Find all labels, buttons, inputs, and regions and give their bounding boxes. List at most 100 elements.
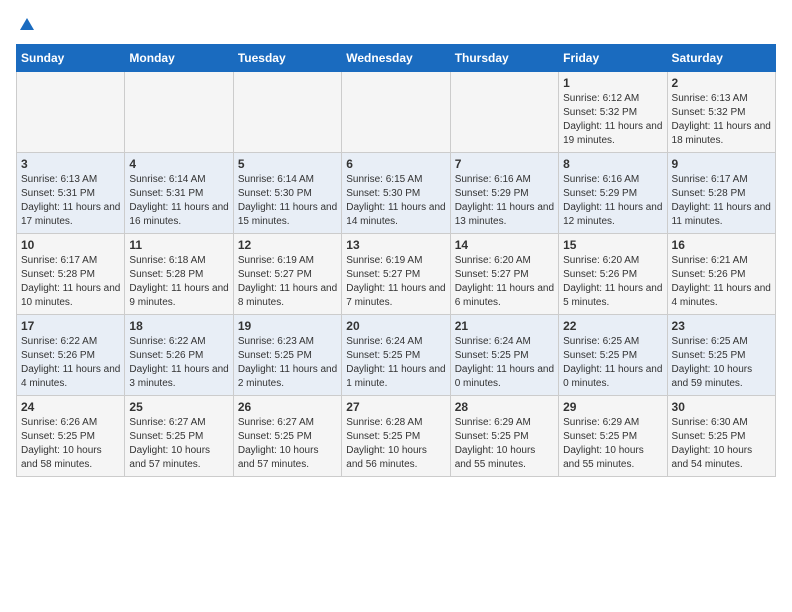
calendar-table: SundayMondayTuesdayWednesdayThursdayFrid… bbox=[16, 44, 776, 477]
calendar-cell: 22Sunrise: 6:25 AM Sunset: 5:25 PM Dayli… bbox=[559, 315, 667, 396]
day-number: 23 bbox=[672, 319, 771, 333]
cell-sun-info: Sunrise: 6:27 AM Sunset: 5:25 PM Dayligh… bbox=[129, 416, 228, 472]
calendar-cell: 7 Sunrise: 6:16 AM Sunset: 5:29 PM Daylig… bbox=[450, 153, 558, 234]
cell-sun-info: Sunrise: 6:27 AM Sunset: 5:25 PM Dayligh… bbox=[238, 416, 337, 472]
calendar-cell: 4 Sunrise: 6:14 AM Sunset: 5:31 PM Daylig… bbox=[125, 153, 233, 234]
day-number: 28 bbox=[455, 400, 554, 414]
calendar-cell: 15 Sunrise: 6:20 AM Sunset: 5:26 PM Dayli… bbox=[559, 234, 667, 315]
cell-sun-info: Sunrise: 6:23 AM Sunset: 5:25 PM Dayligh… bbox=[238, 335, 337, 391]
calendar-cell: 11 Sunrise: 6:18 AM Sunset: 5:28 PM Dayli… bbox=[125, 234, 233, 315]
day-number: 12 bbox=[238, 238, 337, 252]
cell-sun-info: Sunrise: 6:13 AM Sunset: 5:32 PM Dayligh… bbox=[672, 92, 771, 148]
day-number: 9 bbox=[672, 157, 771, 171]
calendar-cell: 6 Sunrise: 6:15 AM Sunset: 5:30 PM Daylig… bbox=[342, 153, 450, 234]
day-number: 10 bbox=[21, 238, 120, 252]
cell-sun-info: Sunrise: 6:24 AM Sunset: 5:25 PM Dayligh… bbox=[346, 335, 445, 391]
day-number: 1 bbox=[563, 76, 662, 90]
calendar-cell: 24 Sunrise: 6:26 AM Sunset: 5:25 PM Dayli… bbox=[17, 396, 125, 477]
logo bbox=[16, 16, 36, 34]
calendar-row-0: 1 Sunrise: 6:12 AM Sunset: 5:32 PM Daylig… bbox=[17, 72, 776, 153]
calendar-cell: 5 Sunrise: 6:14 AM Sunset: 5:30 PM Daylig… bbox=[233, 153, 341, 234]
calendar-cell: 3Sunrise: 6:13 AM Sunset: 5:31 PM Daylig… bbox=[17, 153, 125, 234]
cell-sun-info: Sunrise: 6:18 AM Sunset: 5:28 PM Dayligh… bbox=[129, 254, 228, 310]
calendar-cell: 9 Sunrise: 6:17 AM Sunset: 5:28 PM Daylig… bbox=[667, 153, 775, 234]
calendar-cell bbox=[450, 72, 558, 153]
calendar-cell: 20 Sunrise: 6:24 AM Sunset: 5:25 PM Dayli… bbox=[342, 315, 450, 396]
calendar-header: SundayMondayTuesdayWednesdayThursdayFrid… bbox=[17, 45, 776, 72]
day-number: 24 bbox=[21, 400, 120, 414]
weekday-header-sunday: Sunday bbox=[17, 45, 125, 72]
day-number: 11 bbox=[129, 238, 228, 252]
cell-sun-info: Sunrise: 6:17 AM Sunset: 5:28 PM Dayligh… bbox=[672, 173, 771, 229]
day-number: 7 bbox=[455, 157, 554, 171]
calendar-cell: 13 Sunrise: 6:19 AM Sunset: 5:27 PM Dayli… bbox=[342, 234, 450, 315]
day-number: 18 bbox=[129, 319, 228, 333]
cell-sun-info: Sunrise: 6:22 AM Sunset: 5:26 PM Dayligh… bbox=[21, 335, 120, 391]
header bbox=[16, 16, 776, 34]
weekday-header-monday: Monday bbox=[125, 45, 233, 72]
cell-sun-info: Sunrise: 6:17 AM Sunset: 5:28 PM Dayligh… bbox=[21, 254, 120, 310]
calendar-cell: 19 Sunrise: 6:23 AM Sunset: 5:25 PM Dayli… bbox=[233, 315, 341, 396]
calendar-cell: 10 Sunrise: 6:17 AM Sunset: 5:28 PM Dayli… bbox=[17, 234, 125, 315]
cell-sun-info: Sunrise: 6:16 AM Sunset: 5:29 PM Dayligh… bbox=[455, 173, 554, 229]
weekday-row: SundayMondayTuesdayWednesdayThursdayFrid… bbox=[17, 45, 776, 72]
weekday-header-tuesday: Tuesday bbox=[233, 45, 341, 72]
calendar-row-1: 3Sunrise: 6:13 AM Sunset: 5:31 PM Daylig… bbox=[17, 153, 776, 234]
calendar-cell: 17 Sunrise: 6:22 AM Sunset: 5:26 PM Dayli… bbox=[17, 315, 125, 396]
day-number: 25 bbox=[129, 400, 228, 414]
day-number: 13 bbox=[346, 238, 445, 252]
day-number: 5 bbox=[238, 157, 337, 171]
day-number: 26 bbox=[238, 400, 337, 414]
day-number: 27 bbox=[346, 400, 445, 414]
calendar-cell: 23 Sunrise: 6:25 AM Sunset: 5:25 PM Dayli… bbox=[667, 315, 775, 396]
calendar-cell: 30 Sunrise: 6:30 AM Sunset: 5:25 PM Dayli… bbox=[667, 396, 775, 477]
cell-sun-info: Sunrise: 6:30 AM Sunset: 5:25 PM Dayligh… bbox=[672, 416, 771, 472]
day-number: 17 bbox=[21, 319, 120, 333]
calendar-cell: 1 Sunrise: 6:12 AM Sunset: 5:32 PM Daylig… bbox=[559, 72, 667, 153]
day-number: 29 bbox=[563, 400, 662, 414]
cell-sun-info: Sunrise: 6:19 AM Sunset: 5:27 PM Dayligh… bbox=[238, 254, 337, 310]
calendar-cell: 18Sunrise: 6:22 AM Sunset: 5:26 PM Dayli… bbox=[125, 315, 233, 396]
calendar-row-3: 17 Sunrise: 6:22 AM Sunset: 5:26 PM Dayli… bbox=[17, 315, 776, 396]
cell-sun-info: Sunrise: 6:29 AM Sunset: 5:25 PM Dayligh… bbox=[563, 416, 662, 472]
day-number: 4 bbox=[129, 157, 228, 171]
weekday-header-saturday: Saturday bbox=[667, 45, 775, 72]
cell-sun-info: Sunrise: 6:14 AM Sunset: 5:31 PM Dayligh… bbox=[129, 173, 228, 229]
calendar-cell: 16 Sunrise: 6:21 AM Sunset: 5:26 PM Dayli… bbox=[667, 234, 775, 315]
cell-sun-info: Sunrise: 6:25 AM Sunset: 5:25 PM Dayligh… bbox=[672, 335, 771, 391]
cell-sun-info: Sunrise: 6:26 AM Sunset: 5:25 PM Dayligh… bbox=[21, 416, 120, 472]
calendar-cell: 27Sunrise: 6:28 AM Sunset: 5:25 PM Dayli… bbox=[342, 396, 450, 477]
day-number: 6 bbox=[346, 157, 445, 171]
calendar-cell: 14Sunrise: 6:20 AM Sunset: 5:27 PM Dayli… bbox=[450, 234, 558, 315]
calendar-cell: 29 Sunrise: 6:29 AM Sunset: 5:25 PM Dayli… bbox=[559, 396, 667, 477]
day-number: 3 bbox=[21, 157, 120, 171]
calendar-cell bbox=[125, 72, 233, 153]
calendar-cell: 8Sunrise: 6:16 AM Sunset: 5:29 PM Daylig… bbox=[559, 153, 667, 234]
calendar-cell: 2 Sunrise: 6:13 AM Sunset: 5:32 PM Daylig… bbox=[667, 72, 775, 153]
cell-sun-info: Sunrise: 6:12 AM Sunset: 5:32 PM Dayligh… bbox=[563, 92, 662, 148]
cell-sun-info: Sunrise: 6:15 AM Sunset: 5:30 PM Dayligh… bbox=[346, 173, 445, 229]
calendar-cell: 25 Sunrise: 6:27 AM Sunset: 5:25 PM Dayli… bbox=[125, 396, 233, 477]
cell-sun-info: Sunrise: 6:21 AM Sunset: 5:26 PM Dayligh… bbox=[672, 254, 771, 310]
calendar-cell: 28Sunrise: 6:29 AM Sunset: 5:25 PM Dayli… bbox=[450, 396, 558, 477]
cell-sun-info: Sunrise: 6:14 AM Sunset: 5:30 PM Dayligh… bbox=[238, 173, 337, 229]
calendar-body: 1 Sunrise: 6:12 AM Sunset: 5:32 PM Daylig… bbox=[17, 72, 776, 477]
calendar-cell bbox=[342, 72, 450, 153]
day-number: 14 bbox=[455, 238, 554, 252]
cell-sun-info: Sunrise: 6:19 AM Sunset: 5:27 PM Dayligh… bbox=[346, 254, 445, 310]
cell-sun-info: Sunrise: 6:20 AM Sunset: 5:26 PM Dayligh… bbox=[563, 254, 662, 310]
cell-sun-info: Sunrise: 6:24 AM Sunset: 5:25 PM Dayligh… bbox=[455, 335, 554, 391]
calendar-cell: 26 Sunrise: 6:27 AM Sunset: 5:25 PM Dayli… bbox=[233, 396, 341, 477]
cell-sun-info: Sunrise: 6:16 AM Sunset: 5:29 PM Dayligh… bbox=[563, 173, 662, 229]
calendar-cell: 21Sunrise: 6:24 AM Sunset: 5:25 PM Dayli… bbox=[450, 315, 558, 396]
calendar-cell bbox=[233, 72, 341, 153]
day-number: 20 bbox=[346, 319, 445, 333]
day-number: 22 bbox=[563, 319, 662, 333]
day-number: 16 bbox=[672, 238, 771, 252]
calendar-row-2: 10 Sunrise: 6:17 AM Sunset: 5:28 PM Dayli… bbox=[17, 234, 776, 315]
day-number: 15 bbox=[563, 238, 662, 252]
day-number: 30 bbox=[672, 400, 771, 414]
weekday-header-friday: Friday bbox=[559, 45, 667, 72]
day-number: 2 bbox=[672, 76, 771, 90]
day-number: 19 bbox=[238, 319, 337, 333]
